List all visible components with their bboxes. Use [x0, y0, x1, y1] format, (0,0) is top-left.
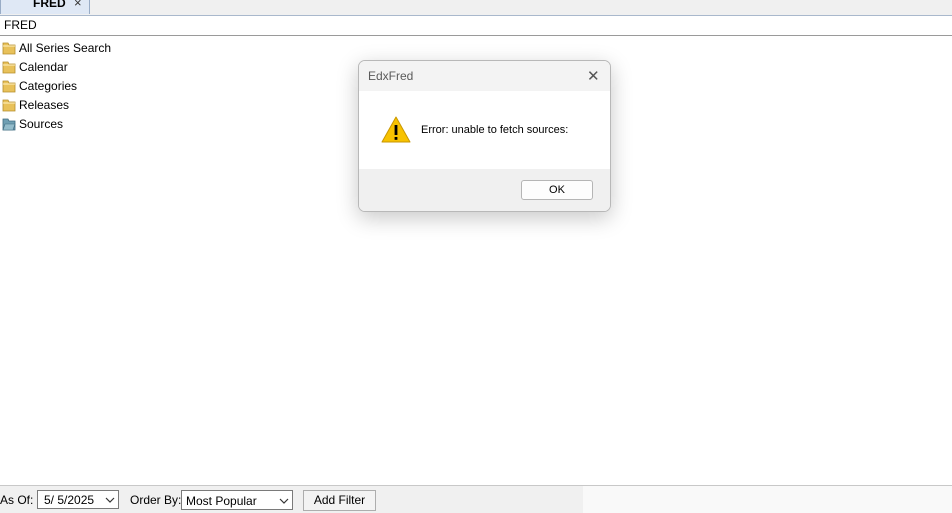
tree-item-categories[interactable]: Categories	[0, 76, 111, 95]
folder-icon	[2, 79, 16, 93]
add-filter-button[interactable]: Add Filter	[303, 490, 376, 511]
dialog-message: Error: unable to fetch sources:	[421, 124, 569, 136]
dialog-titlebar[interactable]: EdxFred ✕	[359, 61, 610, 91]
close-icon[interactable]: ✕	[587, 67, 600, 85]
tree-view: All Series Search Calendar Categories Re…	[0, 38, 111, 133]
close-icon[interactable]: ×	[74, 0, 82, 10]
chevron-down-icon[interactable]	[105, 494, 115, 508]
warning-icon	[381, 115, 411, 145]
tree-item-all-series-search[interactable]: All Series Search	[0, 38, 111, 57]
order-by-label: Order By:	[130, 493, 182, 507]
tree-item-label: Calendar	[19, 59, 68, 74]
order-by-value: Most Popular	[186, 494, 257, 508]
folder-icon	[2, 60, 16, 74]
date-value: 5/ 5/2025	[44, 493, 95, 507]
dialog-body: Error: unable to fetch sources:	[359, 91, 610, 169]
page-title: FRED	[4, 18, 37, 32]
tree-item-releases[interactable]: Releases	[0, 95, 111, 114]
tree-item-label: Releases	[19, 97, 70, 112]
tab-strip: FRED ×	[0, 0, 952, 16]
folder-open-icon	[2, 117, 16, 131]
dialog-title: EdxFred	[368, 69, 414, 83]
as-of-date-picker[interactable]: 5/ 5/2025	[37, 490, 119, 509]
chevron-down-icon[interactable]	[279, 495, 289, 509]
tab-label: FRED	[33, 0, 66, 10]
tab-fred[interactable]: FRED ×	[0, 0, 90, 14]
ok-button[interactable]: OK	[521, 180, 593, 200]
bottom-toolbar: As Of: 5/ 5/2025 Order By: Most Popular …	[0, 485, 952, 513]
tree-item-label: Categories	[19, 78, 78, 93]
toolbar-filler	[583, 486, 952, 513]
as-of-label: As Of:	[0, 493, 34, 507]
tree-item-label: All Series Search	[19, 40, 112, 55]
tree-item-calendar[interactable]: Calendar	[0, 57, 111, 76]
folder-icon	[2, 41, 16, 55]
tree-item-sources[interactable]: Sources	[0, 114, 111, 133]
folder-icon	[2, 98, 16, 112]
header-bar: FRED	[0, 16, 952, 36]
dialog-footer: OK	[359, 169, 610, 211]
tree-item-label: Sources	[19, 116, 64, 131]
order-by-select[interactable]: Most Popular	[181, 490, 293, 510]
error-dialog: EdxFred ✕ Error: unable to fetch sources…	[358, 60, 611, 212]
